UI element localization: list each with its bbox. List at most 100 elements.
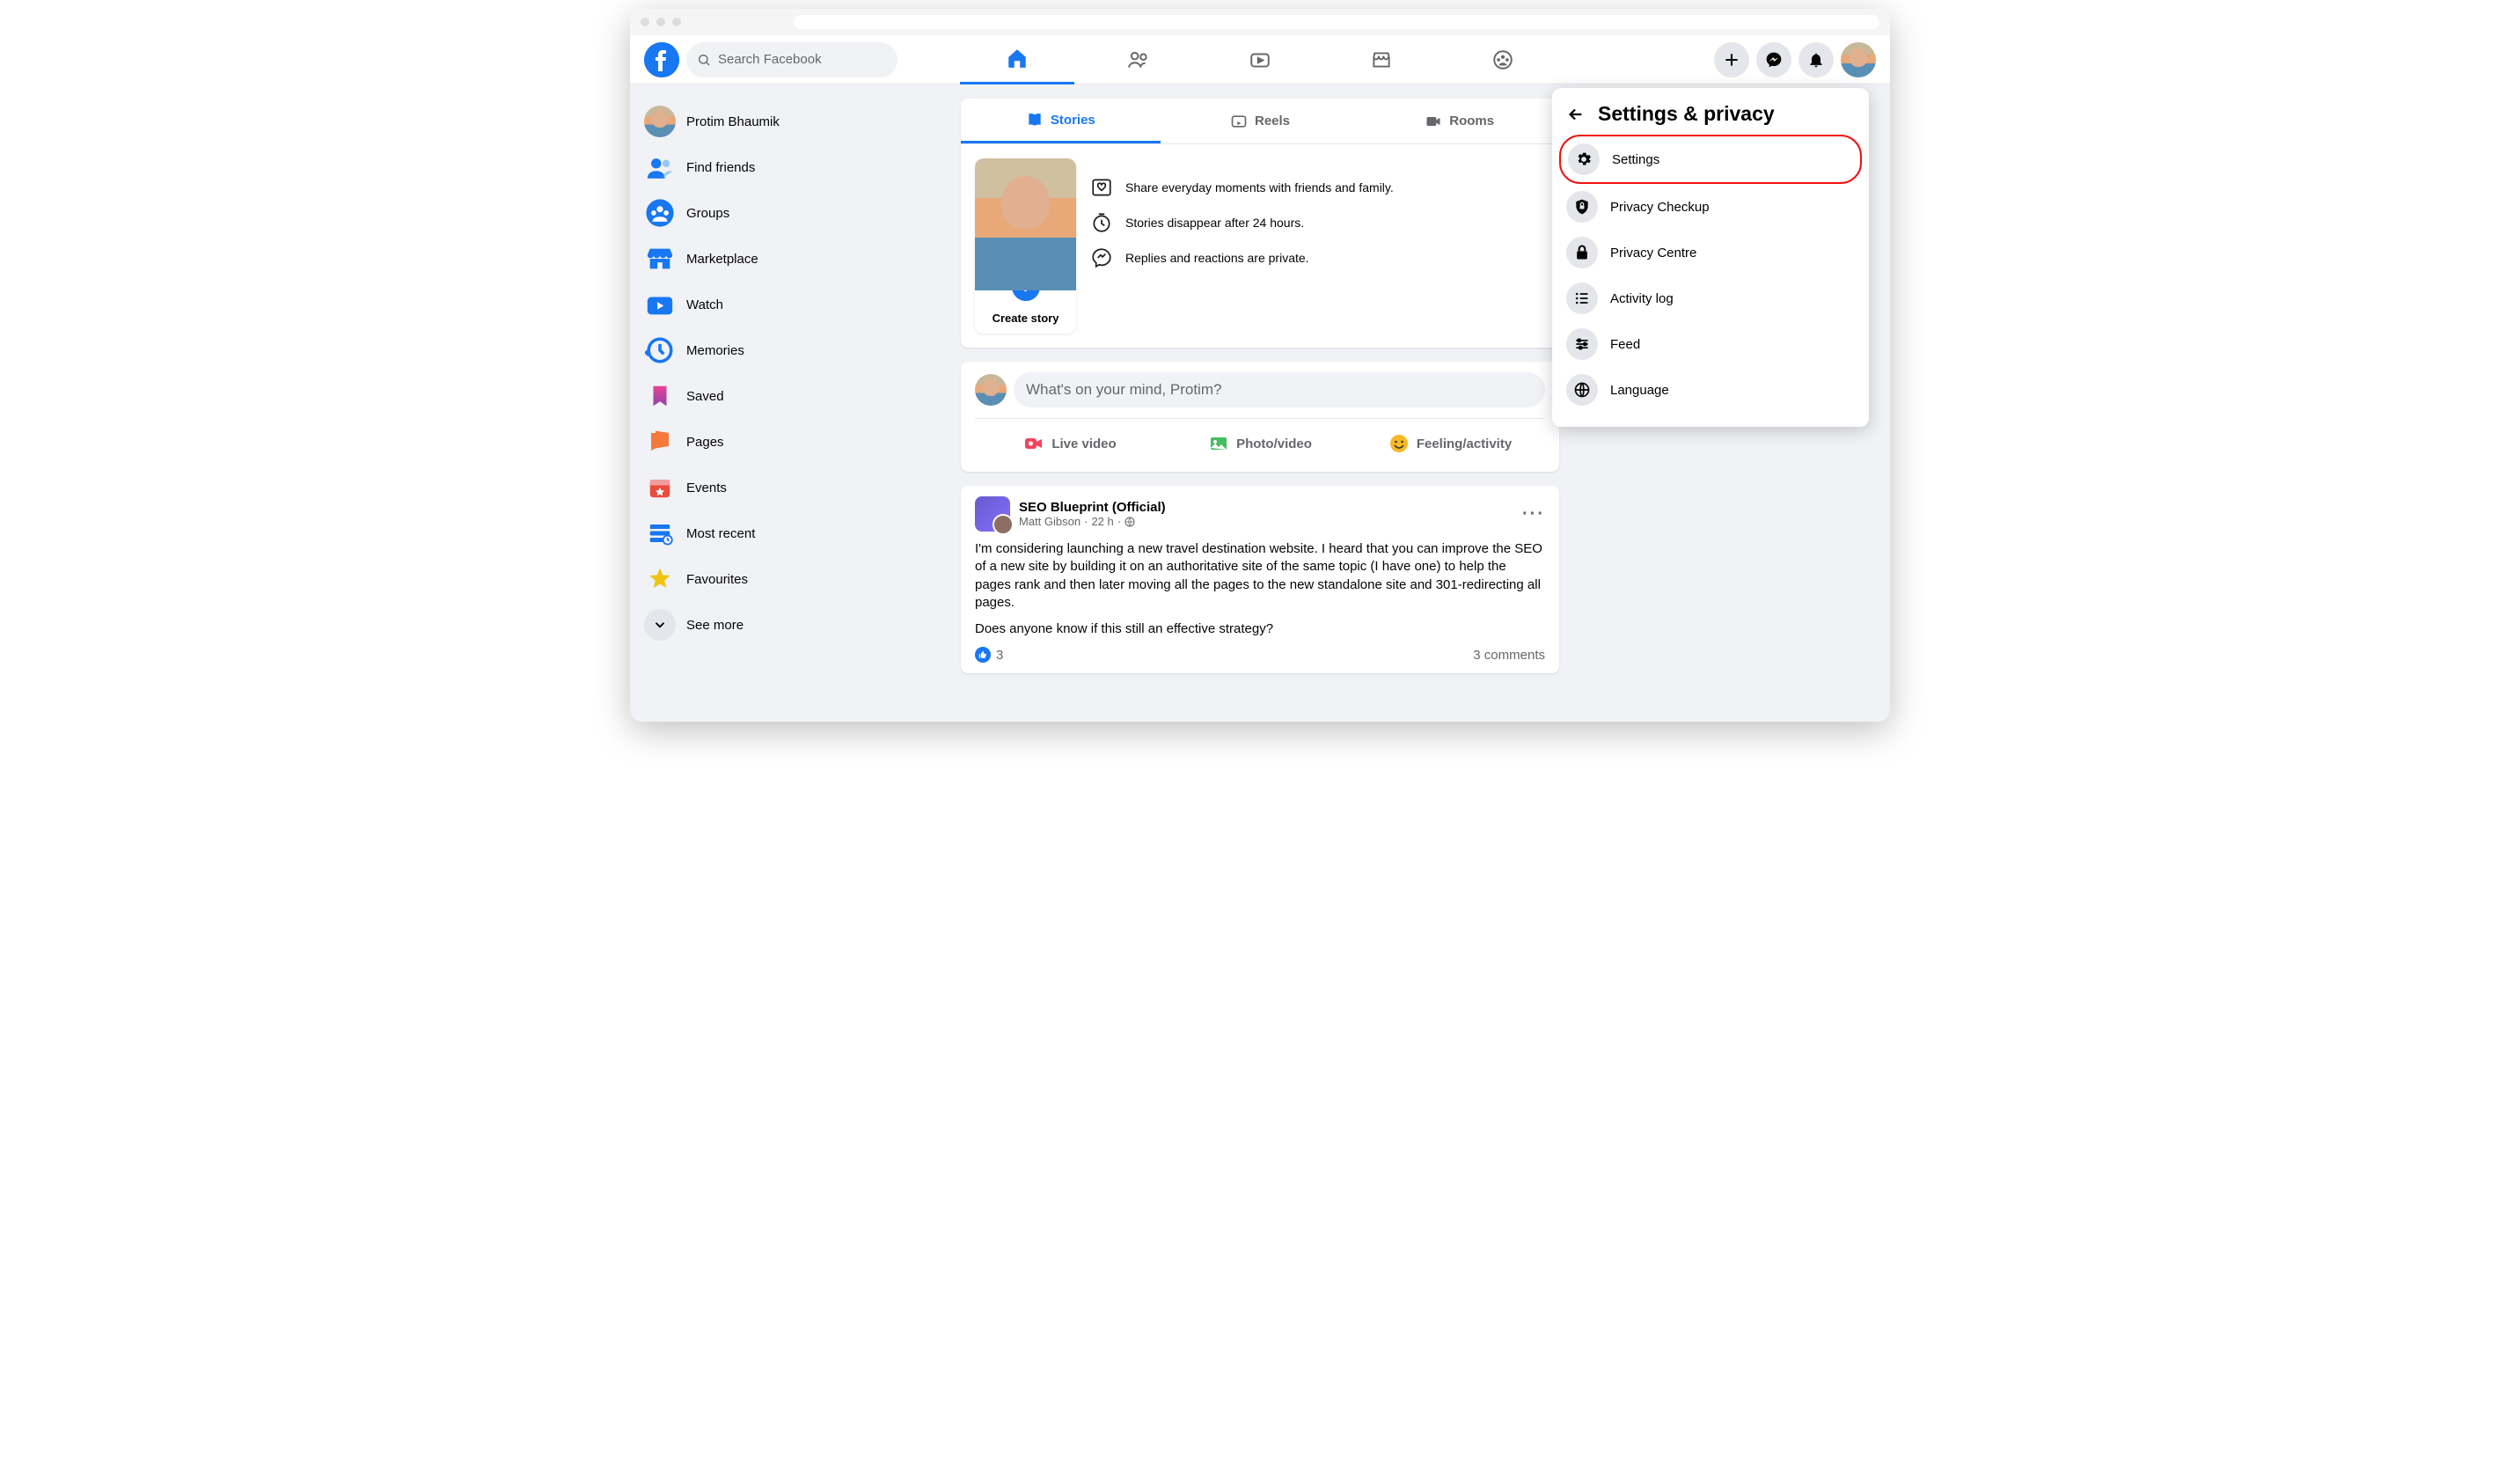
sidebar-item-most-recent[interactable]: Most recent [637,510,940,556]
sidebar-item-profile[interactable]: Protim Bhaumik [637,99,940,144]
story-image [975,158,1076,290]
saved-icon [644,380,676,412]
avatar-icon [644,106,676,137]
post-time: 22 h [1091,515,1113,528]
dropdown-item-privacy-centre[interactable]: Privacy Centre [1559,230,1862,275]
sidebar-item-label: Watch [686,297,723,312]
dropdown-item-label: Privacy Centre [1610,246,1696,260]
shield-lock-icon [1566,191,1598,223]
facebook-logo[interactable] [644,42,679,77]
sidebar-item-marketplace[interactable]: Marketplace [637,236,940,282]
create-story-label: Create story [975,304,1076,334]
post-author[interactable]: Matt Gibson [1019,515,1081,528]
messenger-icon [1090,246,1113,269]
settings-privacy-panel: Settings & privacy Settings Privacy Chec… [1552,88,1869,427]
smile-icon [1388,433,1410,454]
search-placeholder: Search Facebook [718,52,822,67]
sidebar-item-label: Most recent [686,526,755,541]
dropdown-item-settings[interactable]: Settings [1559,135,1862,184]
nav-watch[interactable] [1203,35,1317,84]
composer-photo-video[interactable]: Photo/video [1165,426,1355,461]
dropdown-item-label: Feed [1610,337,1640,352]
post-group-name[interactable]: SEO Blueprint (Official) [1019,500,1166,515]
sidebar-item-see-more[interactable]: See more [637,602,940,648]
dropdown-item-feed[interactable]: Feed [1559,321,1862,367]
group-avatar[interactable] [975,496,1010,532]
nav-home[interactable] [960,35,1074,84]
globe-icon [1124,517,1135,527]
browser-chrome [630,9,1890,35]
traffic-light [641,18,649,26]
post-text: I'm considering launching a new travel d… [975,540,1545,612]
browser-window: Search Facebook [630,9,1890,722]
post-more-button[interactable]: ··· [1522,504,1545,525]
composer-feeling[interactable]: Feeling/activity [1355,426,1545,461]
composer-input[interactable]: What's on your mind, Protim? [1014,372,1545,407]
action-label: Photo/video [1236,437,1312,451]
reels-icon [1230,113,1248,130]
author-avatar [993,514,1014,535]
dropdown-item-label: Activity log [1610,291,1674,306]
messenger-icon [1765,51,1783,69]
search-input[interactable]: Search Facebook [686,42,897,77]
sliders-icon [1566,328,1598,360]
url-bar[interactable] [794,15,1879,29]
groups-icon [644,197,676,229]
sidebar-item-label: Marketplace [686,252,758,267]
left-sidebar: Protim Bhaumik Find friends Groups Marke… [630,84,947,722]
sidebar-item-memories[interactable]: Memories [637,327,940,373]
create-story-card[interactable]: + Create story [975,158,1076,334]
notifications-button[interactable] [1798,42,1834,77]
main-feed: Stories Reels Rooms + Create [961,84,1559,722]
composer-live-video[interactable]: Live video [975,426,1165,461]
nav-friends[interactable] [1081,35,1196,84]
book-icon [1026,111,1044,128]
rooms-icon [1425,113,1442,130]
home-icon [1006,47,1029,70]
dropdown-item-language[interactable]: Language [1559,367,1862,413]
messenger-button[interactable] [1756,42,1791,77]
sidebar-item-find-friends[interactable]: Find friends [637,144,940,190]
nav-groups[interactable] [1446,35,1560,84]
dropdown-item-privacy-checkup[interactable]: Privacy Checkup [1559,184,1862,230]
sidebar-item-groups[interactable]: Groups [637,190,940,236]
account-avatar[interactable] [1841,42,1876,77]
tab-stories[interactable]: Stories [961,99,1161,143]
bell-icon [1807,51,1825,69]
dropdown-item-activity-log[interactable]: Activity log [1559,275,1862,321]
sidebar-item-saved[interactable]: Saved [637,373,940,419]
events-icon [644,472,676,503]
comment-count[interactable]: 3 comments [1473,648,1545,663]
dropdown-item-label: Privacy Checkup [1610,200,1710,215]
post-meta: Matt Gibson · 22 h · [1019,515,1166,528]
sidebar-item-events[interactable]: Events [637,465,940,510]
header-right [1714,42,1876,77]
list-icon [1566,282,1598,314]
sidebar-item-label: Saved [686,389,724,404]
sidebar-item-pages[interactable]: Pages [637,419,940,465]
sidebar-item-label: Groups [686,206,729,221]
sidebar-item-favourites[interactable]: Favourites [637,556,940,602]
plus-icon [1723,51,1740,69]
gear-icon [1568,143,1600,175]
pages-icon [644,426,676,458]
create-button[interactable] [1714,42,1749,77]
star-icon [644,563,676,595]
action-label: Feeling/activity [1417,437,1512,451]
dropdown-item-label: Language [1610,383,1669,398]
like-count[interactable]: 3 [996,648,1003,663]
memories-icon [644,334,676,366]
friends-icon [644,151,676,183]
dropdown-title: Settings & privacy [1598,102,1775,126]
nav-marketplace[interactable] [1324,35,1439,84]
chevron-down-icon [644,609,676,641]
composer-avatar[interactable] [975,374,1007,406]
tab-rooms[interactable]: Rooms [1359,99,1559,143]
sidebar-item-watch[interactable]: Watch [637,282,940,327]
marketplace-icon [644,243,676,275]
story-info: Share everyday moments with friends and … [1090,158,1545,334]
feed-post: SEO Blueprint (Official) Matt Gibson · 2… [961,486,1559,673]
back-arrow-icon[interactable] [1566,105,1586,124]
tab-reels[interactable]: Reels [1161,99,1360,143]
top-header: Search Facebook [630,35,1890,84]
